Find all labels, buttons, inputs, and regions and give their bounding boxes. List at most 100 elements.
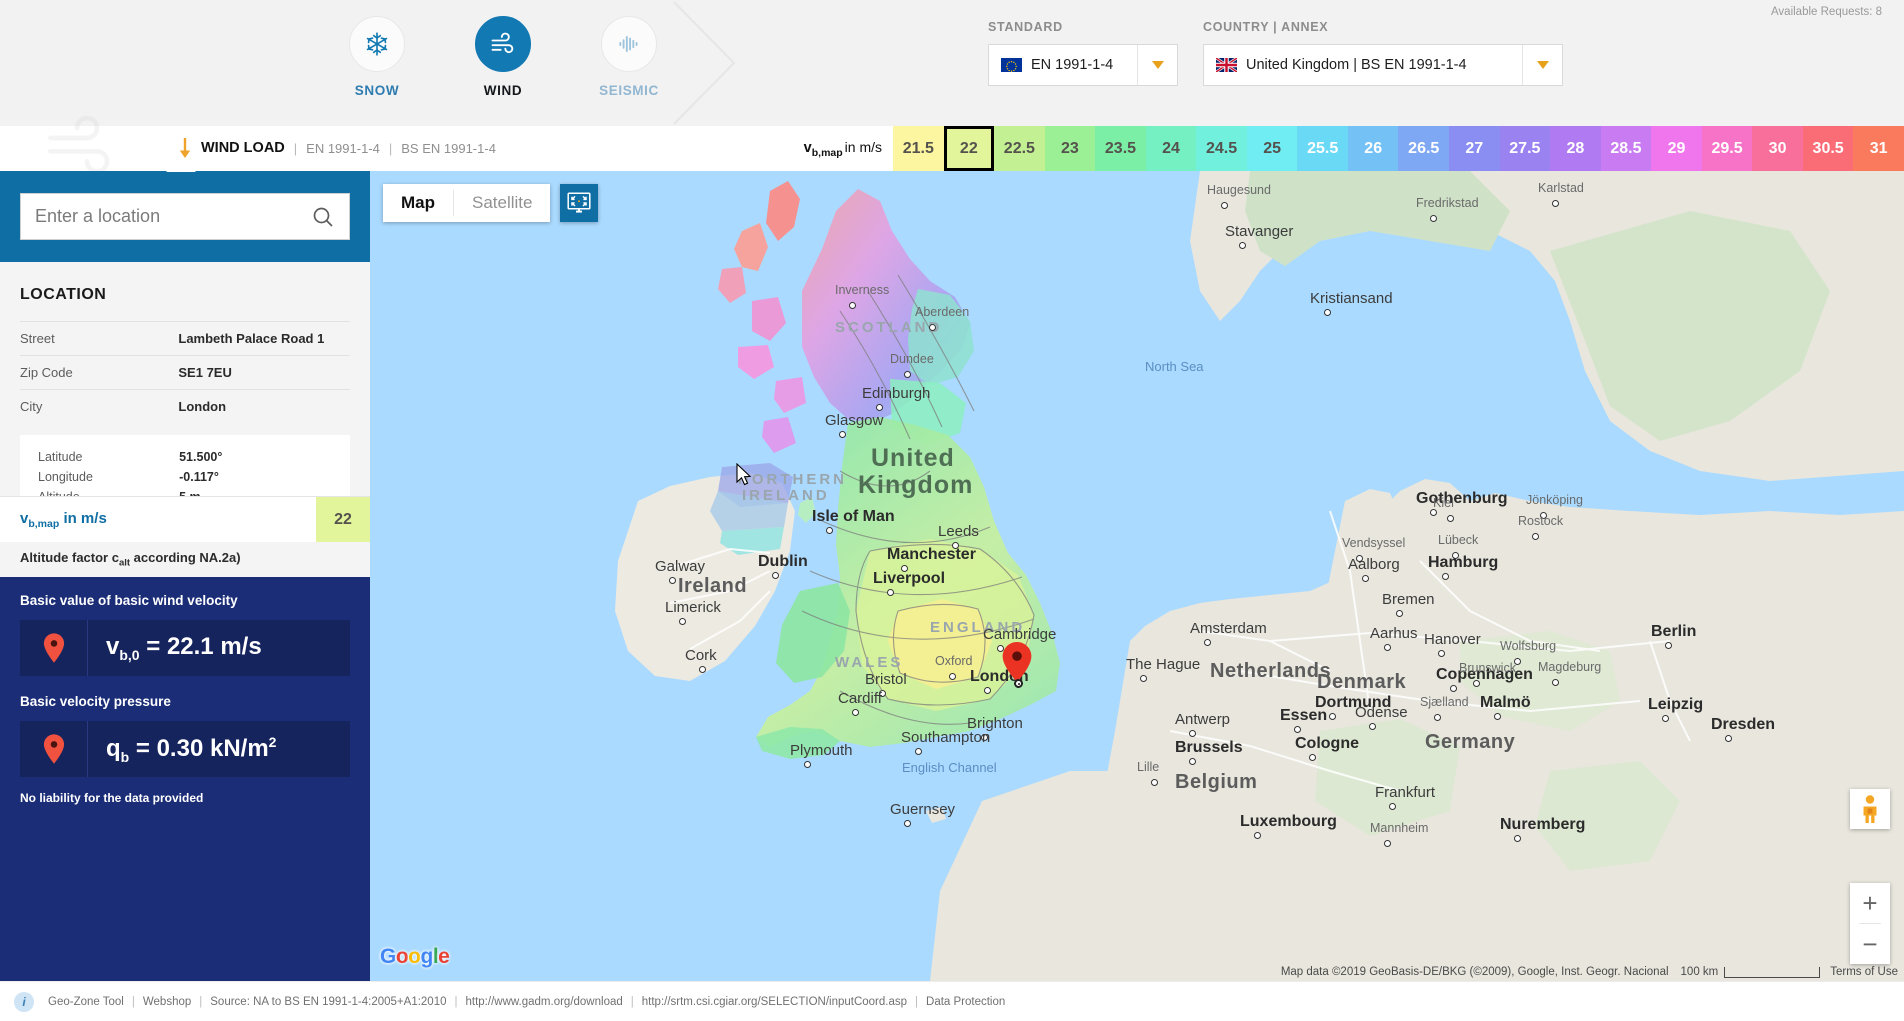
coordinate-row: Longitude -0.117°	[38, 467, 332, 487]
map-city-dot	[904, 820, 911, 827]
location-row-key: City	[20, 389, 179, 423]
legend-cell-22.5[interactable]: 22.5	[994, 126, 1045, 171]
legend-cell-22[interactable]: 22	[943, 126, 995, 171]
map-city-dot	[849, 302, 856, 309]
mode-tab-snow[interactable]: SNOW	[340, 8, 414, 98]
header-chevron-decoration	[672, 0, 782, 126]
location-row: Zip Code SE1 7EU	[20, 355, 350, 390]
map-scale-bar	[1724, 966, 1821, 978]
result-value-qb: qb = 0.30 kN/m2	[106, 733, 277, 765]
zoom-in-button[interactable]: +	[1850, 883, 1890, 923]
location-row-value: SE1 7EU	[178, 355, 350, 390]
legend-cell-21.5[interactable]: 21.5	[893, 126, 944, 171]
search-icon[interactable]	[311, 205, 335, 229]
sidebar: LOCATION StreetLambeth Palace Road 1Zip …	[0, 158, 370, 981]
mode-tab-wind[interactable]: WIND	[466, 8, 540, 98]
legend-cell-31[interactable]: 31	[1853, 126, 1904, 171]
map-city-dot	[915, 748, 922, 755]
map-city-dot	[904, 371, 911, 378]
footer-link[interactable]: http://srtm.csi.cgiar.org/SELECTION/inpu…	[642, 996, 907, 1008]
country-value: United Kingdom | BS EN 1991-1-4	[1246, 57, 1467, 73]
footer-link[interactable]: Data Protection	[926, 996, 1005, 1008]
uk-flag-icon	[1216, 58, 1237, 72]
map-city-dot	[1369, 723, 1376, 730]
location-row-value: London	[178, 389, 350, 423]
map-terms-link[interactable]: Terms of Use	[1830, 966, 1898, 978]
country-dropdown-arrow[interactable]	[1522, 45, 1562, 85]
map-city-dot	[1356, 555, 1363, 562]
location-heading: LOCATION	[20, 286, 107, 303]
legend-cell-27.5[interactable]: 27.5	[1499, 126, 1551, 171]
mode-tab-seismic-label: SEISMIC	[599, 83, 659, 98]
coordinate-row: Latitude 51.500°	[38, 447, 332, 467]
map-city-dot	[1494, 713, 1501, 720]
breadcrumb-standard: EN 1991-1-4	[306, 140, 380, 156]
legend-cell-23.5[interactable]: 23.5	[1095, 126, 1146, 171]
legend-row: WIND LOAD | EN 1991-1-4 | BS EN 1991-1-4…	[0, 115, 1904, 174]
top-bar: SNOW WIND SEISMIC Available Requests: 8 …	[0, 0, 1904, 126]
legend-cell-27[interactable]: 27	[1449, 126, 1500, 171]
legend-cell-26[interactable]: 26	[1347, 126, 1399, 171]
map-scale-label: 100 km	[1680, 966, 1719, 978]
info-icon[interactable]: i	[14, 991, 34, 1012]
map-canvas[interactable]: North Sea SCOTLAND Inverness Aberdeen Dundee…	[370, 171, 1904, 981]
standard-dropdown[interactable]: EN 1991-1-4	[988, 44, 1178, 86]
map-city-dot	[839, 431, 846, 438]
eu-flag-icon	[1001, 58, 1022, 72]
footer-separator: |	[630, 995, 634, 1008]
map-type-map-button[interactable]: Map	[383, 184, 453, 222]
legend-title: vb,map in m/s	[803, 138, 882, 159]
map-city-dot	[1294, 726, 1301, 733]
chevron-down-icon	[1536, 61, 1549, 69]
legend-cell-24.5[interactable]: 24.5	[1196, 126, 1247, 171]
snowflake-icon	[349, 16, 405, 72]
breadcrumb-annex: BS EN 1991-1-4	[401, 140, 496, 156]
footer-link[interactable]: http://www.gadm.org/download	[466, 996, 623, 1008]
footer-link[interactable]: Geo-Zone Tool	[48, 996, 124, 1008]
standard-selector-group: STANDARD EN 1991-1-4	[988, 20, 1178, 86]
map-city-dot	[1384, 644, 1391, 651]
legend-cell-29.5[interactable]: 29.5	[1701, 126, 1753, 171]
street-view-pegman-icon[interactable]	[1850, 789, 1890, 829]
result-title-0: Basic value of basic wind velocity	[20, 593, 238, 608]
map-city-dot	[1452, 552, 1459, 559]
legend-cell-30[interactable]: 30	[1752, 126, 1803, 171]
legend-cell-25[interactable]: 25	[1246, 126, 1298, 171]
vbmap-value: 22	[316, 496, 370, 543]
breadcrumb: WIND LOAD | EN 1991-1-4 | BS EN 1991-1-4	[0, 115, 790, 174]
map-city-dot	[1189, 730, 1196, 737]
mode-tab-seismic[interactable]: SEISMIC	[592, 8, 666, 98]
legend-cell-28.5[interactable]: 28.5	[1600, 126, 1652, 171]
search-input[interactable]	[35, 206, 311, 227]
zoom-out-button[interactable]: −	[1850, 924, 1890, 964]
map-city-dot	[1725, 735, 1732, 742]
legend-cell-25.5[interactable]: 25.5	[1297, 126, 1348, 171]
fullscreen-map-icon[interactable]	[560, 184, 599, 222]
standard-dropdown-arrow[interactable]	[1137, 45, 1177, 85]
coordinate-key: Latitude	[38, 450, 83, 464]
legend-cell-28[interactable]: 28	[1550, 126, 1601, 171]
map-city-dot	[1151, 779, 1158, 786]
footer-link[interactable]: Webshop	[143, 996, 191, 1008]
mode-tab-wind-label: WIND	[483, 83, 523, 98]
legend-cell-30.5[interactable]: 30.5	[1802, 126, 1854, 171]
legend-cell-23[interactable]: 23	[1044, 126, 1096, 171]
location-row: Street Lambeth Palace Road 1	[20, 321, 350, 356]
map-city-dot	[826, 527, 833, 534]
footer-link[interactable]: Source: NA to BS EN 1991-1-4:2005+A1:201…	[210, 996, 446, 1008]
map-geography	[370, 171, 1904, 981]
legend-cell-24[interactable]: 24	[1145, 126, 1197, 171]
seismic-icon	[601, 16, 657, 72]
map-pin-icon	[20, 721, 88, 777]
legend-cell-29[interactable]: 29	[1651, 126, 1702, 171]
map-city-dot	[1552, 679, 1559, 686]
map-city-dot	[1396, 610, 1403, 617]
legend-cell-26.5[interactable]: 26.5	[1398, 126, 1450, 171]
country-dropdown[interactable]: United Kingdom | BS EN 1991-1-4	[1203, 44, 1563, 86]
legend-color-scale: 21.5 22 22.5 23 23.5 24 24.5 25 25.5 26 26.5 27 27.5…	[893, 126, 1904, 171]
search-box[interactable]	[20, 193, 350, 240]
country-selector-group: COUNTRY | ANNEX United Kingdom | BS EN 1…	[1203, 20, 1563, 86]
footer-separator: |	[454, 995, 458, 1008]
map-type-satellite-button[interactable]: Satellite	[454, 184, 550, 222]
map-type-control: Map Satellite	[383, 184, 599, 222]
